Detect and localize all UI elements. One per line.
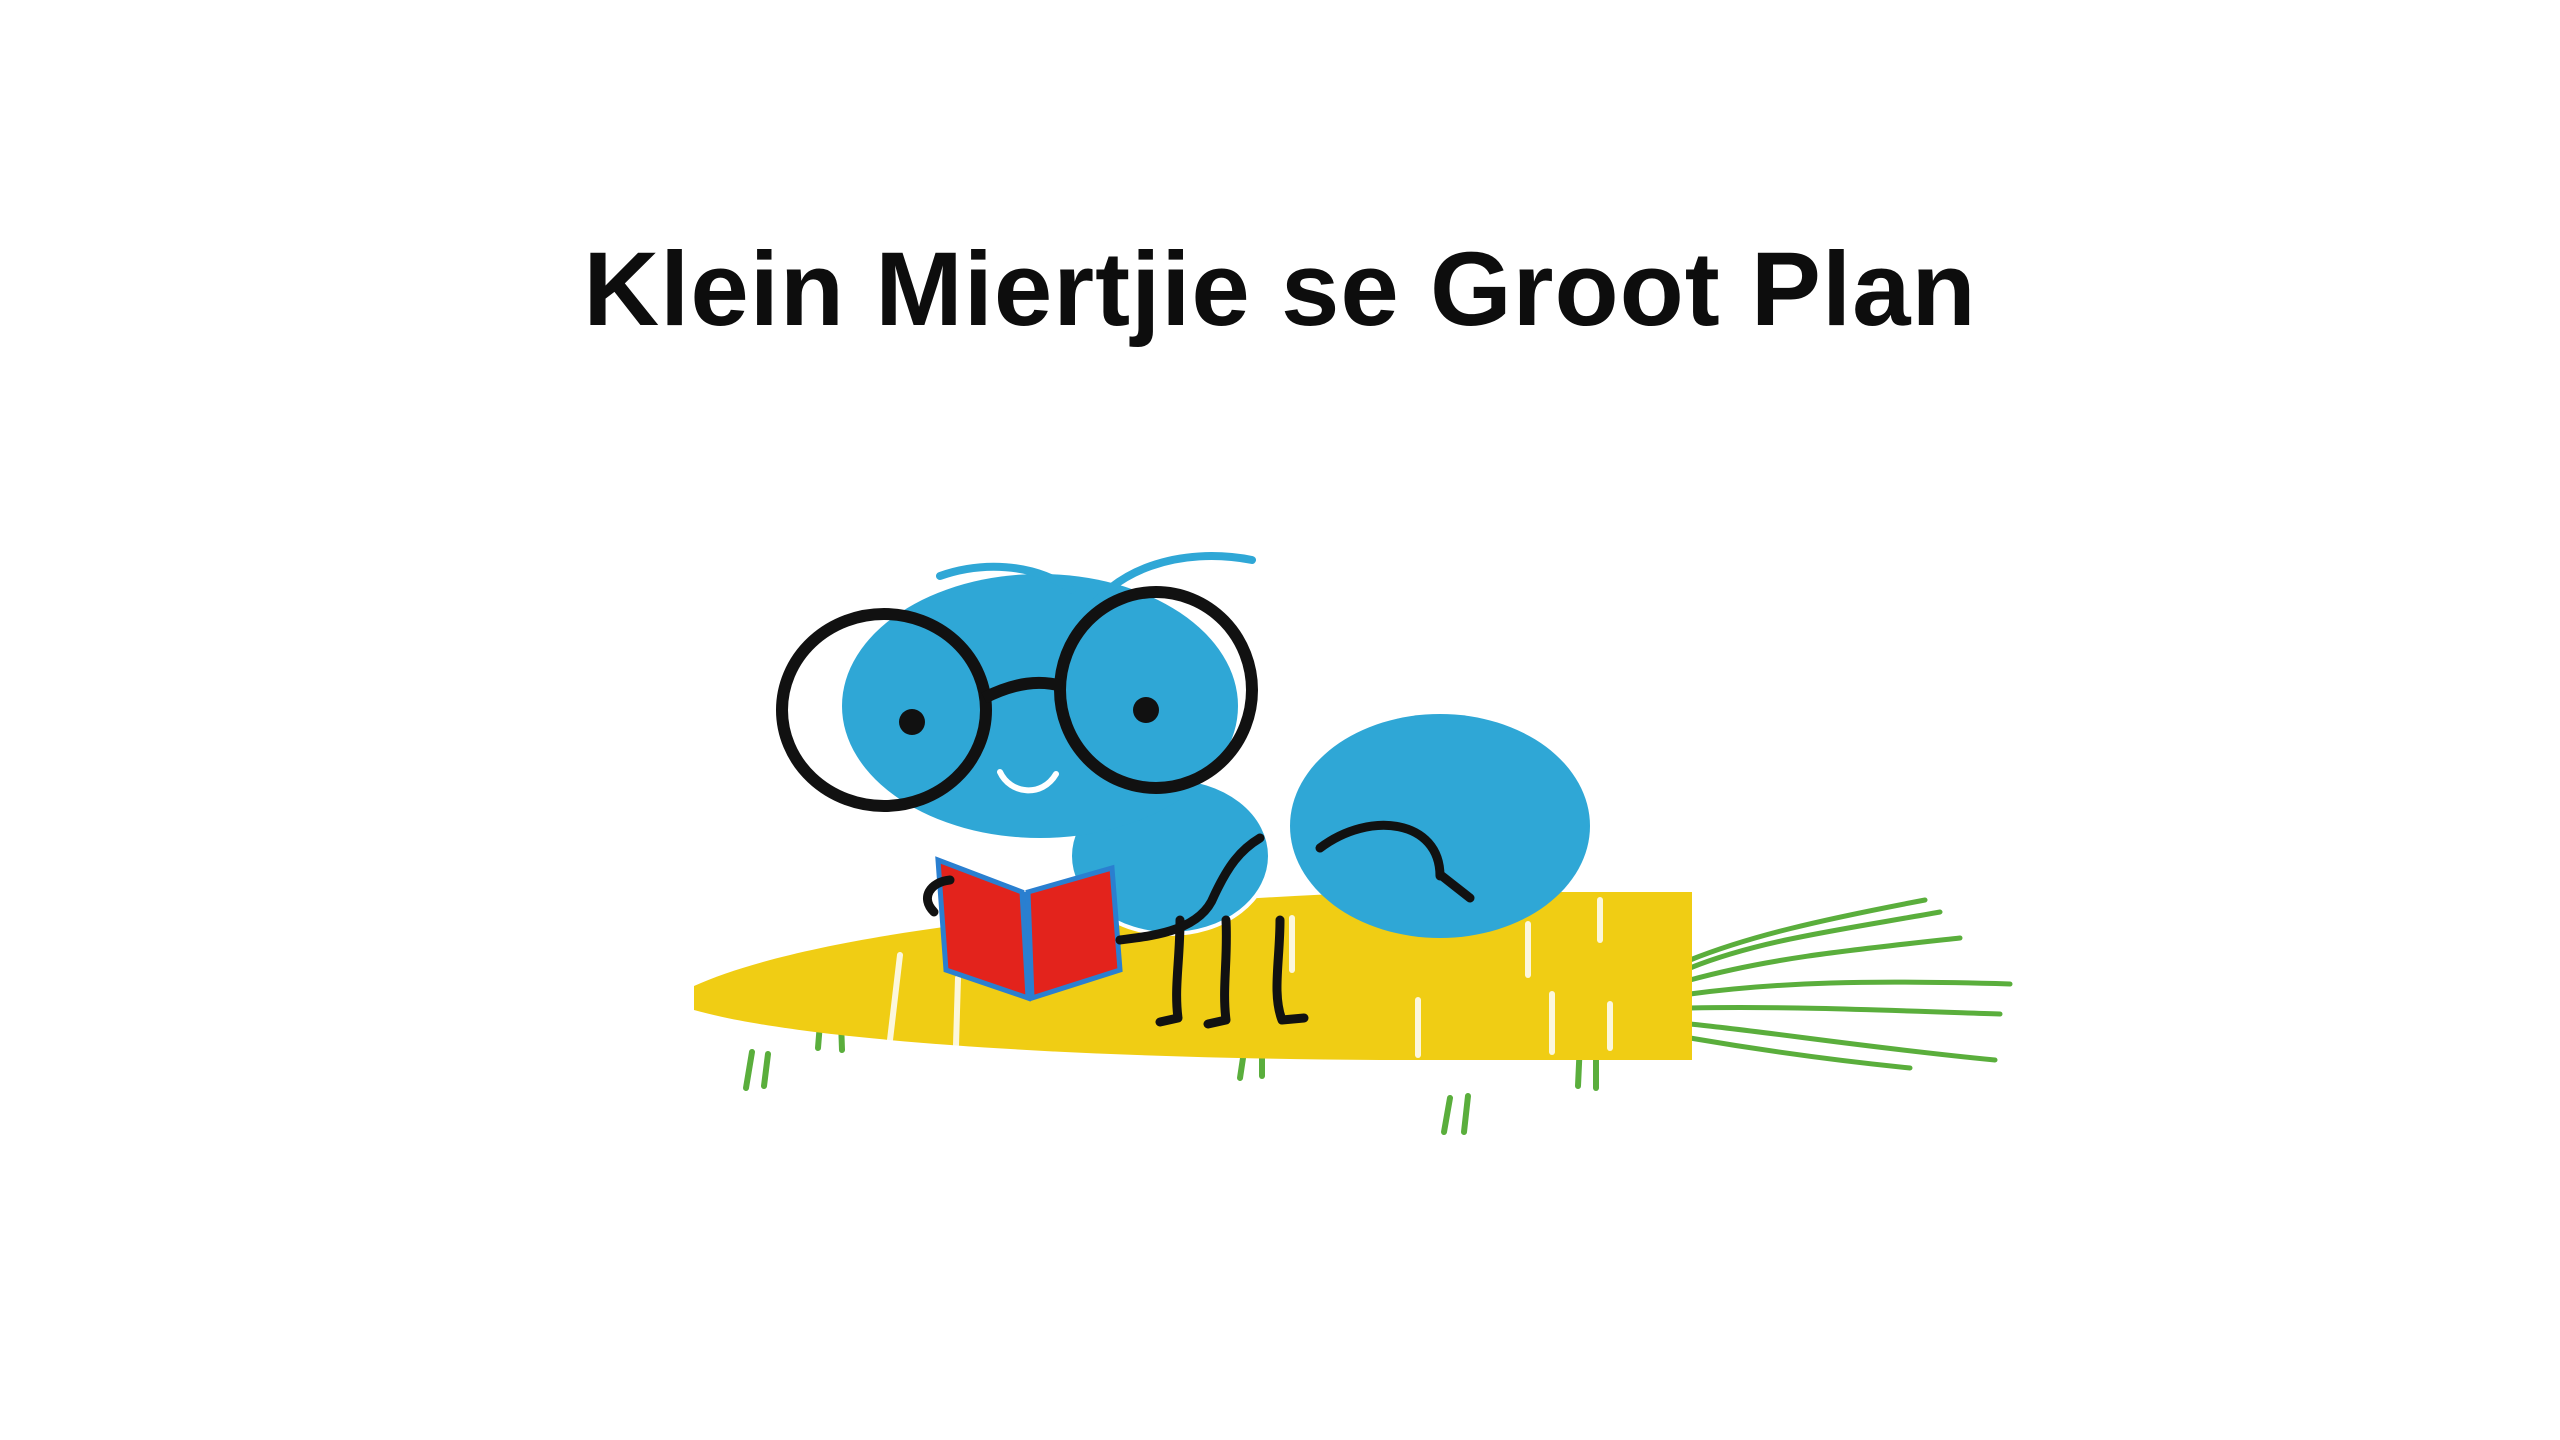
ant-abdomen — [1290, 714, 1590, 938]
ant-reading-illustration — [694, 552, 2013, 1135]
ant-right-eye — [1133, 697, 1159, 723]
title-page: Klein Miertjie se Groot Plan — [0, 0, 2560, 1440]
ant-left-eye — [899, 709, 925, 735]
book-icon — [935, 847, 1123, 1002]
book-title: Klein Miertjie se Groot Plan — [583, 231, 1977, 348]
carrot-leaves — [1687, 897, 2013, 1071]
